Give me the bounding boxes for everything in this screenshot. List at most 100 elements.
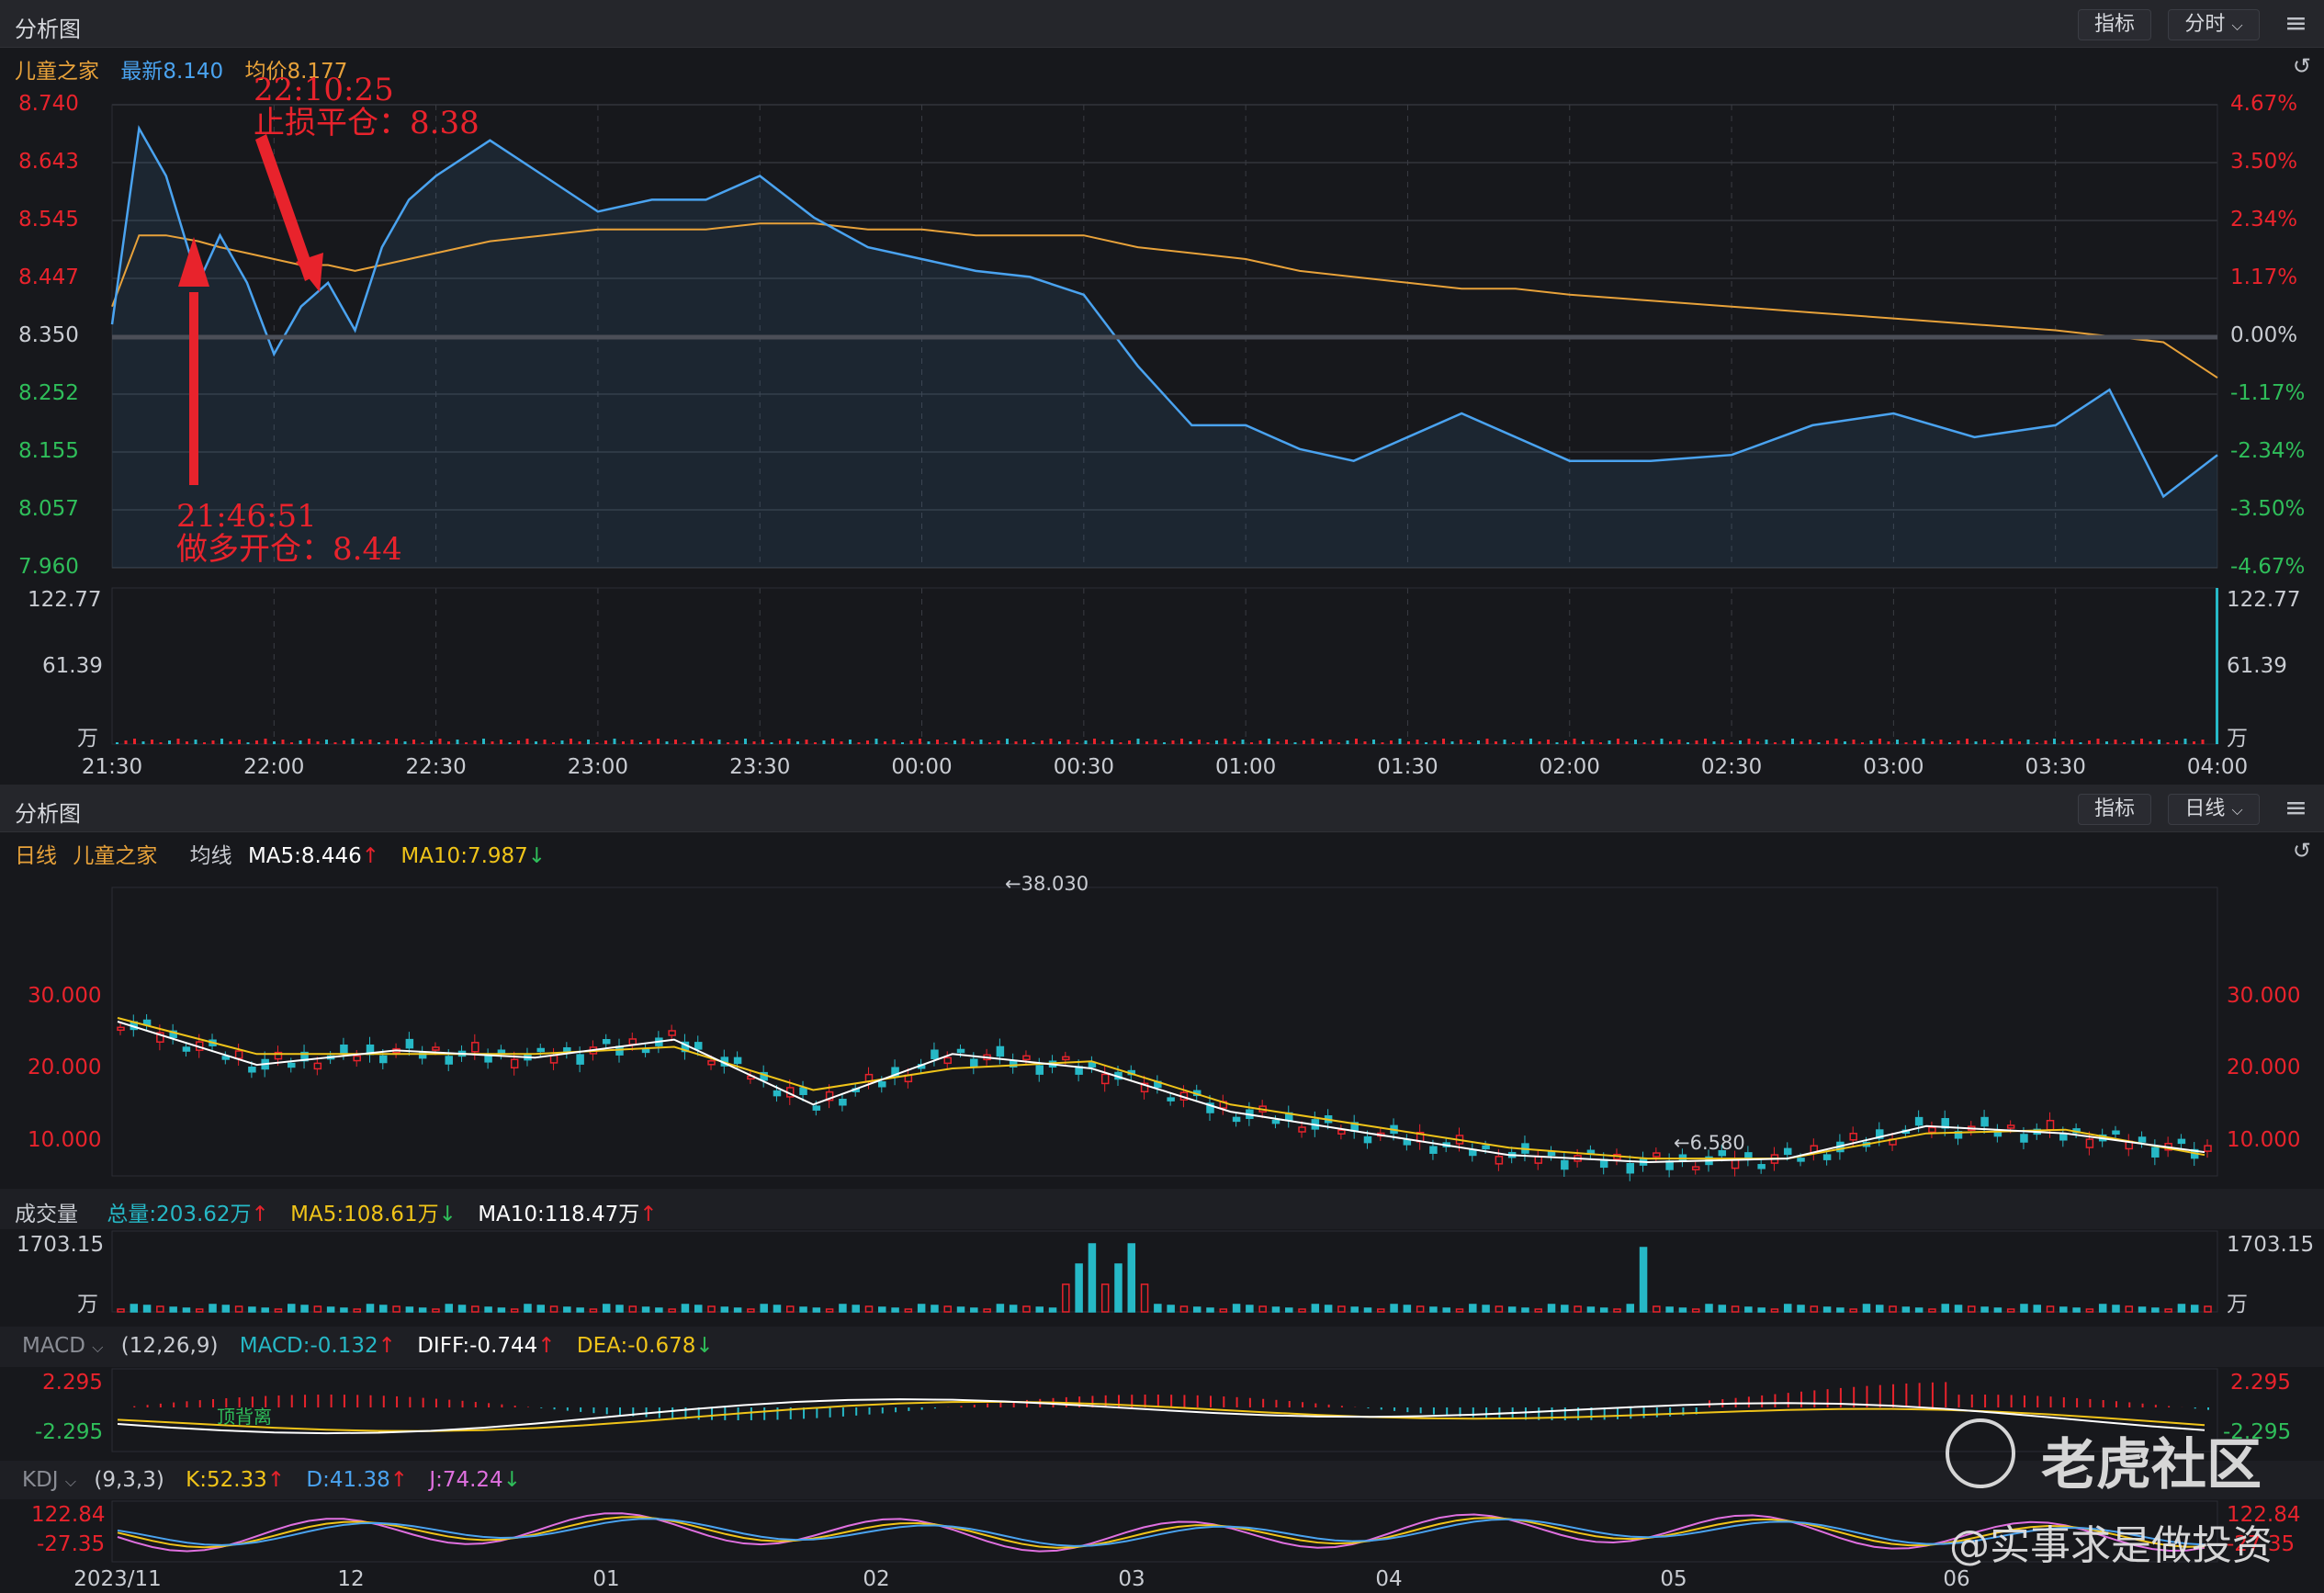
- volume-bar: [931, 1305, 939, 1313]
- candle-body: [117, 1026, 125, 1032]
- volume-bar: [694, 1305, 703, 1313]
- macd-params: (12,26,9): [120, 1334, 219, 1358]
- volume-bar: [288, 1304, 296, 1313]
- watermark-handle: @实事求是做投资: [1949, 1522, 2273, 1569]
- volume-unit-right: 万: [2227, 1293, 2248, 1316]
- d-value: D:41.38↑: [306, 1468, 408, 1492]
- volume-header: 成交量 总量:203.62万↑ MA5:108.61万↓ MA10:118.47…: [0, 1189, 2324, 1229]
- volume-bar: [773, 1305, 782, 1313]
- volume-bar: [904, 1308, 913, 1313]
- candle-body: [1757, 1164, 1766, 1169]
- candle-body: [1035, 1065, 1044, 1075]
- volume-bar: [812, 1307, 821, 1313]
- volume-bar: [1705, 1304, 1713, 1313]
- volume-bar: [1797, 1305, 1805, 1313]
- candle-body: [1561, 1159, 1569, 1170]
- volume-bar: [1363, 1307, 1372, 1313]
- candle-body: [340, 1044, 348, 1054]
- candle-body: [1626, 1162, 1635, 1174]
- arrow-up-icon: ↑: [537, 1334, 556, 1358]
- volume-bar: [1442, 1307, 1450, 1313]
- volume-bar: [1062, 1283, 1070, 1313]
- candle-body: [405, 1038, 414, 1049]
- arrow-down-icon: ↓: [438, 1203, 457, 1226]
- volume-bar: [1928, 1308, 1936, 1313]
- candle-body: [931, 1049, 939, 1059]
- volume-bar: [221, 1305, 231, 1313]
- volume-bar: [1770, 1308, 1779, 1313]
- kdj-label: KDJ: [22, 1468, 59, 1492]
- volume-bar: [274, 1308, 283, 1313]
- volume-bar: [1954, 1305, 1963, 1313]
- candle-body: [707, 1060, 716, 1066]
- volume-bar: [1390, 1304, 1398, 1313]
- volume-bar: [418, 1307, 427, 1313]
- candle-body: [2151, 1147, 2160, 1158]
- date-tick-label: 12: [337, 1567, 365, 1591]
- volume-bar: [379, 1305, 388, 1313]
- candle-body: [2046, 1120, 2055, 1131]
- volume-ma10: MA10:118.47万↑: [478, 1203, 657, 1226]
- volume-bar: [1574, 1305, 1582, 1313]
- candle-body: [602, 1038, 611, 1045]
- volume-unit-left: 万: [77, 1293, 98, 1316]
- arrow-up-icon: ↑: [251, 1203, 269, 1226]
- macd-value: MACD:-0.132↑: [240, 1334, 396, 1358]
- kdj-tick-top-left: 122.84: [31, 1503, 106, 1527]
- volume-bar: [1416, 1305, 1425, 1313]
- volume-bar: [1889, 1305, 1897, 1313]
- macd-dropdown[interactable]: MACD ⌵: [22, 1334, 103, 1358]
- candle-body: [353, 1055, 361, 1062]
- volume-bar: [209, 1304, 217, 1313]
- chevron-down-icon: ⌵: [92, 1339, 104, 1356]
- candle-body: [812, 1105, 821, 1111]
- volume-bar: [2085, 1308, 2094, 1313]
- volume-bar: [1599, 1307, 1608, 1313]
- volume-bar: [2177, 1304, 2186, 1313]
- volume-bar: [1665, 1306, 1674, 1313]
- volume-bar: [1298, 1308, 1306, 1313]
- volume-bar: [1009, 1305, 1018, 1313]
- volume-ma5-text: MA5:108.61万: [290, 1203, 439, 1226]
- kdj-dropdown[interactable]: KDJ ⌵: [22, 1468, 76, 1492]
- date-tick-label: 01: [592, 1567, 620, 1591]
- k-line: [117, 1516, 2206, 1549]
- candle-body: [1403, 1139, 1412, 1146]
- daily-price-tick: 20.000: [2227, 1056, 2301, 1079]
- j-value: J:74.24↓: [429, 1468, 521, 1492]
- volume-bar: [405, 1306, 414, 1313]
- volume-bar: [970, 1307, 978, 1313]
- volume-bar: [1219, 1308, 1228, 1313]
- volume-bar: [956, 1306, 965, 1313]
- diff-line: [117, 1398, 2206, 1435]
- volume-bar: [760, 1304, 768, 1313]
- diff-value: DIFF:-0.744↑: [417, 1334, 555, 1358]
- volume-label: 成交量: [15, 1203, 78, 1226]
- volume-bar: [943, 1305, 952, 1313]
- candle-body: [641, 1048, 650, 1054]
- volume-bar: [2033, 1305, 2041, 1313]
- candle-body: [668, 1030, 676, 1036]
- volume-bar: [864, 1305, 874, 1313]
- volume-bar: [142, 1305, 152, 1313]
- candle-body: [1586, 1149, 1596, 1155]
- candle-body: [2112, 1130, 2120, 1135]
- candle-body: [1797, 1158, 1805, 1162]
- candle-body: [2177, 1138, 2186, 1145]
- volume-bar: [549, 1305, 558, 1313]
- volume-bar: [326, 1306, 335, 1313]
- j-value-text: J:74.24: [429, 1468, 503, 1492]
- arrow-down-icon: ↓: [502, 1468, 521, 1492]
- volume-bar: [1968, 1305, 1976, 1313]
- volume-border: [111, 1230, 2218, 1313]
- macd-tick-bottom-left: -2.295: [35, 1420, 104, 1444]
- volume-ma10-text: MA10:118.47万: [478, 1203, 640, 1226]
- volume-bar: [2046, 1305, 2055, 1313]
- volume-bar: [497, 1307, 506, 1313]
- daily-price-tick: 30.000: [2227, 983, 2301, 1008]
- candle-body: [1429, 1146, 1438, 1154]
- macd-tick-top-left: 2.295: [42, 1371, 103, 1395]
- volume-bar: [366, 1304, 375, 1313]
- volume-bar: [1718, 1305, 1727, 1313]
- volume-bar: [1495, 1305, 1504, 1313]
